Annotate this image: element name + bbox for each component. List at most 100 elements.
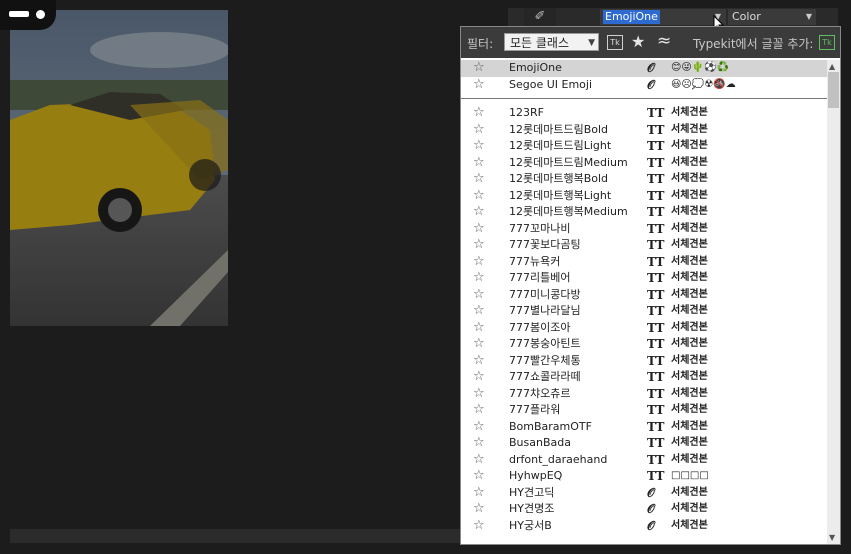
favorite-star-icon[interactable]: ☆ [473, 336, 485, 353]
font-row[interactable]: ☆ 12롯데마트행복Medium TT 서체견본 [461, 204, 827, 221]
font-name: 777미니콩다방 [509, 287, 581, 301]
font-row[interactable]: ☆ 777뉴욕커 TT 서체견본 [461, 254, 827, 271]
favorite-star-icon[interactable]: ☆ [473, 320, 485, 337]
font-row[interactable]: ☆ HY궁서B 𝒪 서체견본 [461, 518, 827, 535]
favorites-filter-star-icon[interactable]: ★ [631, 32, 645, 51]
font-class-select[interactable]: 모든 클래스 ▼ [504, 33, 599, 51]
favorite-star-icon[interactable]: ☆ [473, 353, 485, 370]
font-list-panel: 필터: 모든 클래스 ▼ Tk ★ ≈ Typekit에서 글꼴 추가: Tk … [460, 26, 841, 545]
font-row[interactable]: ☆ 777봉숭아틴트 TT 서체견본 [461, 336, 827, 353]
truetype-icon: TT [647, 287, 665, 302]
scrollbar-thumb[interactable] [828, 72, 839, 108]
font-list: ☆ EmojiOne 𝒪 😊😜🌵⚽♻️ ☆ Segoe UI Emoji 𝒪 😃… [461, 60, 827, 534]
font-sample: 서체견본 [671, 156, 708, 168]
filter-label: 필터: [467, 37, 494, 51]
font-sample: 서체견본 [671, 420, 708, 432]
vertical-scrollbar[interactable]: ▲ ▼ [827, 60, 840, 544]
font-name: Segoe UI Emoji [509, 77, 593, 91]
font-row[interactable]: ☆ BomBaramOTF TT 서체견본 [461, 419, 827, 436]
font-row[interactable]: ☆ 777쇼콜라라떼 TT 서체견본 [461, 369, 827, 386]
favorite-star-icon[interactable]: ☆ [473, 155, 485, 172]
typekit-add-icon[interactable]: Tk [819, 35, 835, 50]
favorite-star-icon[interactable]: ☆ [473, 204, 485, 221]
font-name: 777꽃보다곰팅 [509, 238, 581, 251]
favorite-star-icon[interactable]: ☆ [473, 485, 485, 502]
favorite-star-icon[interactable]: ☆ [473, 369, 485, 386]
font-name: HY궁서B [509, 518, 552, 532]
favorite-star-icon[interactable]: ☆ [473, 518, 485, 535]
favorite-star-icon[interactable]: ☆ [473, 254, 485, 271]
font-row[interactable]: ☆ 123RF TT 서체견본 [461, 105, 827, 122]
font-row[interactable]: ☆ 777리틀베어 TT 서체견본 [461, 270, 827, 287]
font-name: BusanBada [509, 436, 571, 449]
font-row[interactable]: ☆ 12롯데마트행복Bold TT 서체견본 [461, 171, 827, 188]
font-row[interactable]: ☆ HY견명조 𝒪 서체견본 [461, 501, 827, 518]
favorite-star-icon[interactable]: ☆ [473, 435, 485, 452]
font-sample: 서체견본 [671, 173, 708, 184]
font-row[interactable]: ☆ 777꽃보다곰팅 TT 서체견본 [461, 237, 827, 254]
font-family-field[interactable]: EmojiOne [600, 9, 710, 25]
font-sample: 서체견본 [671, 404, 708, 415]
favorite-star-icon[interactable]: ☆ [473, 419, 485, 436]
font-sample: 😃☹💭☢🚳☁ [671, 78, 736, 90]
font-sample: 서체견본 [671, 371, 708, 382]
font-name: 12롯데마트행복Bold [509, 172, 609, 185]
font-row[interactable]: ☆ 777꼬마나비 TT 서체견본 [461, 221, 827, 238]
font-name: drfont_daraehand [509, 452, 608, 466]
font-row[interactable]: ☆ HyhwpEQ TT □□□□ [461, 468, 827, 485]
favorite-star-icon[interactable]: ☆ [473, 287, 485, 304]
font-name: HY견명조 [509, 502, 555, 515]
font-sample: 서체견본 [671, 519, 708, 531]
truetype-icon: TT [647, 122, 665, 137]
font-style-dropdown-arrow-icon[interactable]: ▼ [802, 9, 816, 25]
font-row[interactable]: ☆ 777플라워 TT 서체견본 [461, 402, 827, 419]
horizontal-scrollbar[interactable] [10, 529, 460, 543]
font-sample: 서체견본 [671, 288, 708, 300]
favorite-star-icon[interactable]: ☆ [473, 452, 485, 469]
font-sample: 서체견본 [671, 305, 708, 316]
font-row[interactable]: ☆ 12롯데마트드림Light TT 서체견본 [461, 138, 827, 155]
favorite-star-icon[interactable]: ☆ [473, 386, 485, 403]
font-row[interactable]: ☆ HY견고딕 𝒪 서체견본 [461, 485, 827, 502]
similar-fonts-icon[interactable]: ≈ [657, 31, 671, 51]
favorite-star-icon[interactable]: ☆ [473, 237, 485, 254]
typekit-filter-icon[interactable]: Tk [607, 35, 623, 50]
font-row[interactable]: ☆ EmojiOne 𝒪 😊😜🌵⚽♻️ [461, 60, 827, 77]
brush-icon[interactable]: ✐ [524, 8, 556, 26]
filter-bar: 필터: 모든 클래스 ▼ Tk ★ ≈ Typekit에서 글꼴 추가: Tk [461, 27, 840, 58]
truetype-icon: TT [647, 221, 665, 236]
favorite-star-icon[interactable]: ☆ [473, 221, 485, 238]
favorite-star-icon[interactable]: ☆ [473, 188, 485, 205]
font-row[interactable]: ☆ 12롯데마트드림Medium TT 서체견본 [461, 155, 827, 172]
favorite-star-icon[interactable]: ☆ [473, 501, 485, 518]
font-row[interactable]: ☆ 12롯데마트드림Bold TT 서체견본 [461, 122, 827, 139]
font-sample: 서체견본 [671, 486, 708, 498]
font-row[interactable]: ☆ 12롯데마트행복Light TT 서체견본 [461, 188, 827, 205]
favorite-star-icon[interactable]: ☆ [473, 468, 485, 485]
truetype-icon: TT [647, 370, 665, 384]
font-row[interactable]: ☆ 777봄이조아 TT 서체견본 [461, 320, 827, 337]
favorite-star-icon[interactable]: ☆ [473, 171, 485, 188]
tab-dot-icon [36, 10, 45, 19]
favorite-star-icon[interactable]: ☆ [473, 122, 485, 139]
favorite-star-icon[interactable]: ☆ [473, 270, 485, 287]
font-family-value[interactable]: EmojiOne [603, 10, 660, 24]
favorite-star-icon[interactable]: ☆ [473, 402, 485, 419]
font-row[interactable]: ☆ Segoe UI Emoji 𝒪 😃☹💭☢🚳☁ [461, 77, 827, 94]
font-row[interactable]: ☆ 777미니콩다방 TT 서체견본 [461, 287, 827, 304]
favorite-star-icon[interactable]: ☆ [473, 138, 485, 155]
favorite-star-icon[interactable]: ☆ [473, 60, 485, 77]
document-tab-icon[interactable] [0, 0, 56, 30]
font-row[interactable]: ☆ drfont_daraehand TT 서체견본 [461, 452, 827, 469]
scroll-up-icon[interactable]: ▲ [829, 62, 835, 71]
favorite-star-icon[interactable]: ☆ [473, 105, 485, 122]
font-name: 12롯데마트행복Medium [509, 205, 628, 218]
font-row[interactable]: ☆ BusanBada TT 서체견본 [461, 435, 827, 452]
favorite-star-icon[interactable]: ☆ [473, 303, 485, 320]
font-row[interactable]: ☆ 777챠오츄르 TT 서체견본 [461, 386, 827, 403]
scroll-down-icon[interactable]: ▼ [829, 533, 835, 542]
truetype-icon: TT [647, 403, 665, 417]
font-row[interactable]: ☆ 777빨간우체통 TT 서체견본 [461, 353, 827, 370]
font-row[interactable]: ☆ 777별나라달님 TT 서체견본 [461, 303, 827, 320]
favorite-star-icon[interactable]: ☆ [473, 77, 485, 94]
